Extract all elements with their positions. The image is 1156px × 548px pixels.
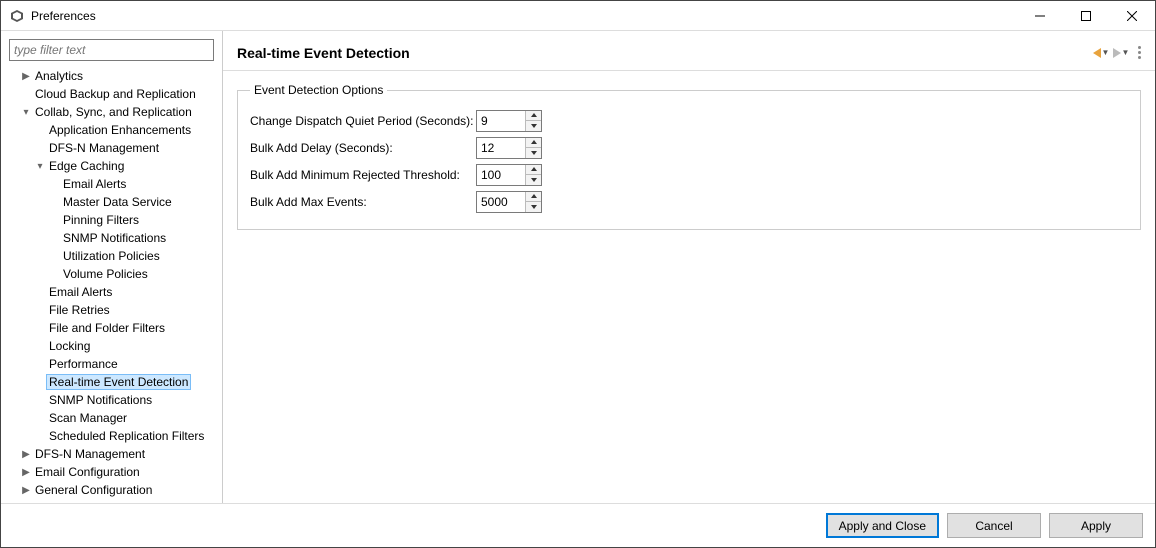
- tree-item-ec-utilization[interactable]: ▶Utilization Policies: [5, 247, 222, 265]
- bulk-min-rejected-spinner[interactable]: [476, 164, 542, 186]
- arrow-right-icon: [1113, 48, 1121, 58]
- arrow-up-icon: [531, 194, 537, 198]
- preferences-window: Preferences ▶Analytics ▶Cloud Backup and…: [0, 0, 1156, 548]
- nav-forward-button[interactable]: ▼: [1112, 44, 1130, 62]
- bulk-delay-spinner[interactable]: [476, 137, 542, 159]
- filter-input[interactable]: [9, 39, 214, 61]
- chevron-right-icon[interactable]: ▶: [19, 467, 33, 478]
- chevron-right-icon[interactable]: ▶: [19, 485, 33, 496]
- tree-item-ec-email-alerts[interactable]: ▶Email Alerts: [5, 175, 222, 193]
- bulk-delay-input[interactable]: [477, 138, 525, 158]
- page-menu-button[interactable]: [1138, 46, 1141, 59]
- group-legend: Event Detection Options: [250, 83, 387, 97]
- quiet-period-input[interactable]: [477, 111, 525, 131]
- arrow-up-icon: [531, 167, 537, 171]
- chevron-down-icon[interactable]: ▾: [19, 107, 33, 118]
- bulk-min-rejected-label: Bulk Add Minimum Rejected Threshold:: [250, 168, 476, 182]
- tree-item-snmp-notifications[interactable]: ▶SNMP Notifications: [5, 391, 222, 409]
- arrow-down-icon: [531, 205, 537, 209]
- preferences-tree[interactable]: ▶Analytics ▶Cloud Backup and Replication…: [1, 67, 222, 503]
- window-title: Preferences: [31, 9, 96, 23]
- tree-item-ec-pinning[interactable]: ▶Pinning Filters: [5, 211, 222, 229]
- spin-up-button[interactable]: [526, 138, 541, 148]
- arrow-up-icon: [531, 113, 537, 117]
- spin-down-button[interactable]: [526, 147, 541, 158]
- tree-item-email-alerts[interactable]: ▶Email Alerts: [5, 283, 222, 301]
- chevron-down-icon[interactable]: ▾: [33, 161, 47, 172]
- bulk-max-events-input[interactable]: [477, 192, 525, 212]
- titlebar: Preferences: [1, 1, 1155, 31]
- tree-item-app-enhancements[interactable]: ▶Application Enhancements: [5, 121, 222, 139]
- apply-and-close-button[interactable]: Apply and Close: [826, 513, 939, 538]
- arrow-down-icon: [531, 151, 537, 155]
- arrow-left-icon: [1093, 48, 1101, 58]
- tree-item-ec-snmp[interactable]: ▶SNMP Notifications: [5, 229, 222, 247]
- sidebar: ▶Analytics ▶Cloud Backup and Replication…: [1, 31, 223, 503]
- dialog-footer: Apply and Close Cancel Apply: [1, 503, 1155, 547]
- main-panel: Real-time Event Detection ▼ ▼ Event Dete…: [223, 31, 1155, 503]
- tree-item-locking[interactable]: ▶Locking: [5, 337, 222, 355]
- tree-item-edge-caching[interactable]: ▾Edge Caching: [5, 157, 222, 175]
- spin-down-button[interactable]: [526, 120, 541, 131]
- arrow-down-icon: [531, 178, 537, 182]
- bulk-max-events-label: Bulk Add Max Events:: [250, 195, 476, 209]
- apply-button[interactable]: Apply: [1049, 513, 1143, 538]
- tree-item-dfsn-management-root[interactable]: ▶DFS-N Management: [5, 445, 222, 463]
- maximize-button[interactable]: [1063, 1, 1109, 31]
- chevron-right-icon[interactable]: ▶: [19, 449, 33, 460]
- tree-item-cloud-backup[interactable]: ▶Cloud Backup and Replication: [5, 85, 222, 103]
- event-detection-options-group: Event Detection Options Change Dispatch …: [237, 83, 1141, 230]
- tree-item-ec-master-data[interactable]: ▶Master Data Service: [5, 193, 222, 211]
- arrow-up-icon: [531, 140, 537, 144]
- bulk-min-rejected-input[interactable]: [477, 165, 525, 185]
- tree-item-file-folder-filters[interactable]: ▶File and Folder Filters: [5, 319, 222, 337]
- spin-up-button[interactable]: [526, 165, 541, 175]
- bulk-max-events-spinner[interactable]: [476, 191, 542, 213]
- close-button[interactable]: [1109, 1, 1155, 31]
- tree-item-general-configuration[interactable]: ▶General Configuration: [5, 481, 222, 499]
- bulk-delay-label: Bulk Add Delay (Seconds):: [250, 141, 476, 155]
- tree-item-analytics[interactable]: ▶Analytics: [5, 67, 222, 85]
- arrow-down-icon: [531, 124, 537, 128]
- tree-item-scan-manager[interactable]: ▶Scan Manager: [5, 409, 222, 427]
- minimize-button[interactable]: [1017, 1, 1063, 31]
- spin-up-button[interactable]: [526, 111, 541, 121]
- tree-item-ec-volume[interactable]: ▶Volume Policies: [5, 265, 222, 283]
- tree-item-dfsn-management[interactable]: ▶DFS-N Management: [5, 139, 222, 157]
- tree-item-email-configuration[interactable]: ▶Email Configuration: [5, 463, 222, 481]
- tree-item-performance[interactable]: ▶Performance: [5, 355, 222, 373]
- nav-back-button[interactable]: ▼: [1092, 44, 1110, 62]
- spin-down-button[interactable]: [526, 174, 541, 185]
- tree-item-file-retries[interactable]: ▶File Retries: [5, 301, 222, 319]
- quiet-period-label: Change Dispatch Quiet Period (Seconds):: [250, 114, 476, 128]
- tree-item-scheduled-replication-filters[interactable]: ▶Scheduled Replication Filters: [5, 427, 222, 445]
- tree-item-real-time-event-detection[interactable]: ▶Real-time Event Detection: [5, 373, 222, 391]
- tree-item-collab[interactable]: ▾Collab, Sync, and Replication: [5, 103, 222, 121]
- spin-down-button[interactable]: [526, 201, 541, 212]
- chevron-right-icon[interactable]: ▶: [19, 71, 33, 82]
- app-icon: [9, 8, 25, 24]
- spin-up-button[interactable]: [526, 192, 541, 202]
- page-title: Real-time Event Detection: [237, 45, 1092, 61]
- cancel-button[interactable]: Cancel: [947, 513, 1041, 538]
- quiet-period-spinner[interactable]: [476, 110, 542, 132]
